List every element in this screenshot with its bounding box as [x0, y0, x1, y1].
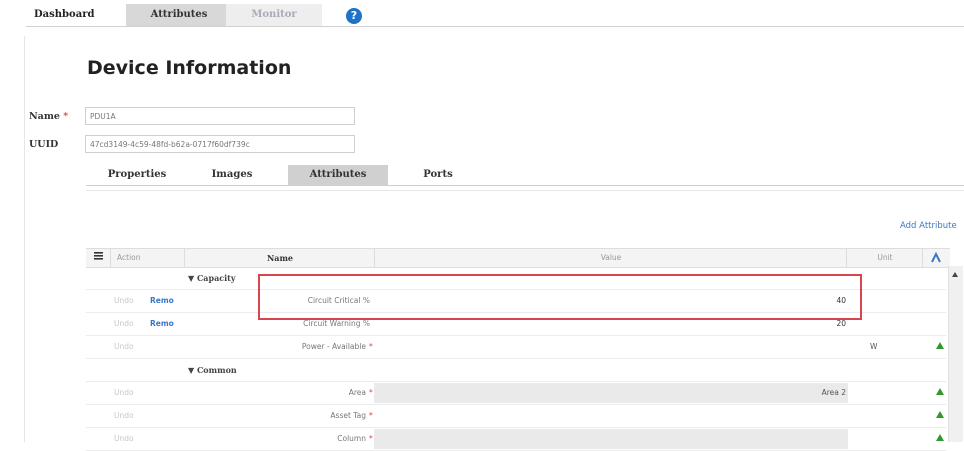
table-scrollbar[interactable] — [948, 266, 963, 442]
header-name[interactable]: Name — [184, 249, 375, 267]
tab-monitor[interactable]: Monitor — [226, 4, 322, 26]
uuid-label: UUID — [29, 139, 59, 150]
required-mark: * — [369, 388, 373, 397]
attribute-name: Power - Available — [301, 342, 366, 351]
header-value[interactable]: Value — [374, 249, 847, 267]
attribute-value[interactable]: Area 2 — [386, 382, 846, 404]
page-title: Device Information — [87, 57, 292, 79]
header-unit[interactable]: Unit — [846, 249, 923, 267]
sort-up-icon[interactable] — [922, 249, 951, 267]
table-row: Undo Column * — [86, 428, 946, 451]
tab-images[interactable]: Images — [192, 165, 272, 185]
left-divider — [24, 36, 25, 442]
value-cell[interactable] — [374, 429, 848, 449]
inner-tab-divider — [86, 185, 964, 186]
group-label[interactable]: ▼ Common — [188, 359, 237, 381]
attribute-unit[interactable]: W — [870, 336, 877, 358]
required-mark: * — [369, 411, 373, 420]
header-action[interactable]: Action — [110, 249, 185, 267]
attribute-name: Asset Tag — [330, 411, 366, 420]
undo-link[interactable]: Undo — [114, 382, 134, 404]
promote-arrow-icon[interactable] — [936, 388, 944, 395]
uuid-input[interactable]: 47cd3149-4c59-48fd-b62a-0717f60df739c — [85, 135, 355, 153]
undo-link[interactable]: Undo — [114, 313, 134, 335]
grid-menu-icon[interactable] — [94, 249, 103, 267]
add-attribute-link[interactable]: Add Attribute — [900, 221, 957, 231]
top-tab-bar: Dashboard Attributes Monitor ? — [0, 0, 964, 34]
required-mark: * — [63, 111, 69, 122]
promote-arrow-icon[interactable] — [936, 434, 944, 441]
undo-link[interactable]: Undo — [114, 290, 134, 312]
attribute-name: Area — [348, 388, 366, 397]
table-row: Undo Power - Available * W — [86, 336, 946, 359]
attribute-name: Column — [337, 434, 366, 443]
remove-link[interactable]: Remo — [150, 313, 174, 335]
required-mark: * — [369, 342, 373, 351]
remove-link[interactable]: Remo — [150, 290, 174, 312]
name-label-text: Name — [29, 111, 60, 122]
highlight-box — [258, 274, 862, 320]
promote-arrow-icon[interactable] — [936, 411, 944, 418]
undo-link[interactable]: Undo — [114, 428, 134, 450]
tab-ports[interactable]: Ports — [398, 165, 478, 185]
table-header: Action Name Value Unit — [86, 248, 950, 268]
tab-attributes-inner[interactable]: Attributes — [288, 165, 388, 185]
required-mark: * — [369, 434, 373, 443]
promote-arrow-icon[interactable] — [936, 342, 944, 349]
tab-dashboard[interactable]: Dashboard — [26, 4, 102, 26]
group-row-common: ▼ Common — [86, 359, 946, 382]
undo-link[interactable]: Undo — [114, 336, 134, 358]
name-input[interactable]: PDU1A — [85, 107, 355, 125]
help-icon[interactable]: ? — [346, 8, 362, 24]
group-label[interactable]: ▼ Capacity — [188, 267, 236, 289]
scroll-up-icon[interactable] — [952, 272, 958, 277]
name-label: Name * — [29, 111, 68, 122]
table-row: Undo Asset Tag * — [86, 405, 946, 428]
tab-attributes[interactable]: Attributes — [126, 4, 232, 26]
table-row: Undo Area * Area 2 — [86, 382, 946, 405]
undo-link[interactable]: Undo — [114, 405, 134, 427]
tab-divider — [26, 26, 964, 27]
tab-properties[interactable]: Properties — [92, 165, 182, 185]
